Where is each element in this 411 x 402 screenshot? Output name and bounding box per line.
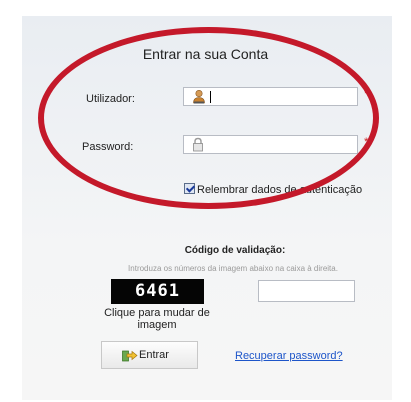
enter-arrow-icon [122, 349, 138, 365]
captcha-image[interactable]: 6461 [111, 279, 204, 304]
validation-code-input[interactable] [258, 280, 355, 302]
highlight-oval [38, 27, 379, 209]
submit-button[interactable]: Entrar [101, 341, 198, 369]
submit-button-label: Entrar [139, 349, 169, 361]
change-image-text-line1: Clique para mudar de [104, 307, 210, 319]
validation-instructions: Introduza os números da imagem abaixo na… [128, 264, 338, 273]
recover-password-link[interactable]: Recuperar password? [235, 350, 343, 362]
change-image-link[interactable]: Clique para mudar de imagem [94, 307, 220, 331]
validation-title: Código de validação: [184, 245, 286, 256]
change-image-text-line2: imagem [137, 319, 177, 331]
